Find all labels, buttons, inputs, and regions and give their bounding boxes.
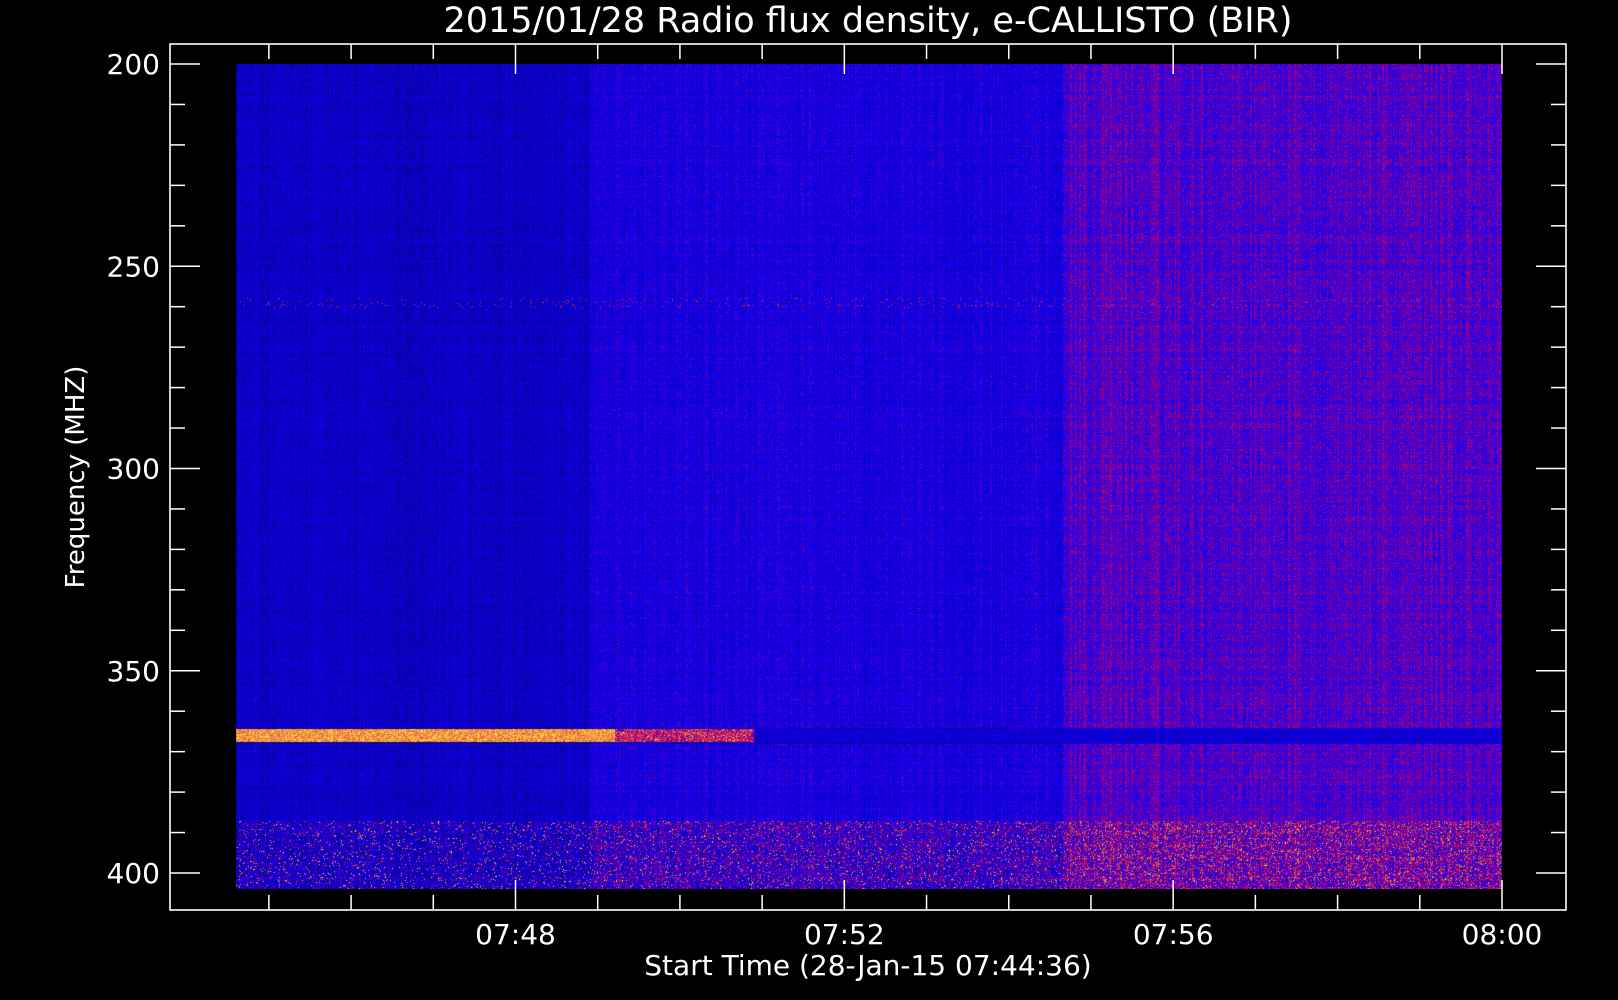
- x-tick-label: 07:52: [804, 918, 885, 951]
- x-tick-label: 07:48: [475, 918, 556, 951]
- y-tick-label: 350: [107, 655, 160, 688]
- x-axis-label: Start Time (28-Jan-15 07:44:36): [644, 949, 1091, 982]
- spectrogram-chart: 200 250 300 350 400 07:48 07:52 07:56 08:00 201…: [0, 0, 1618, 1000]
- chart-title: 2015/01/28 Radio flux density, e-CALLIST…: [443, 1, 1292, 41]
- x-tick-label: 07:56: [1133, 918, 1214, 951]
- y-axis-label: Frequency (MHZ): [61, 366, 91, 589]
- y-tick-label: 400: [107, 857, 160, 890]
- x-tick-label: 08:00: [1462, 918, 1543, 951]
- spectrogram-image: [236, 64, 1502, 889]
- plot-image: [236, 64, 1502, 889]
- y-tick-label: 300: [107, 453, 160, 486]
- y-tick-label: 200: [107, 48, 160, 81]
- y-tick-label: 250: [107, 250, 160, 283]
